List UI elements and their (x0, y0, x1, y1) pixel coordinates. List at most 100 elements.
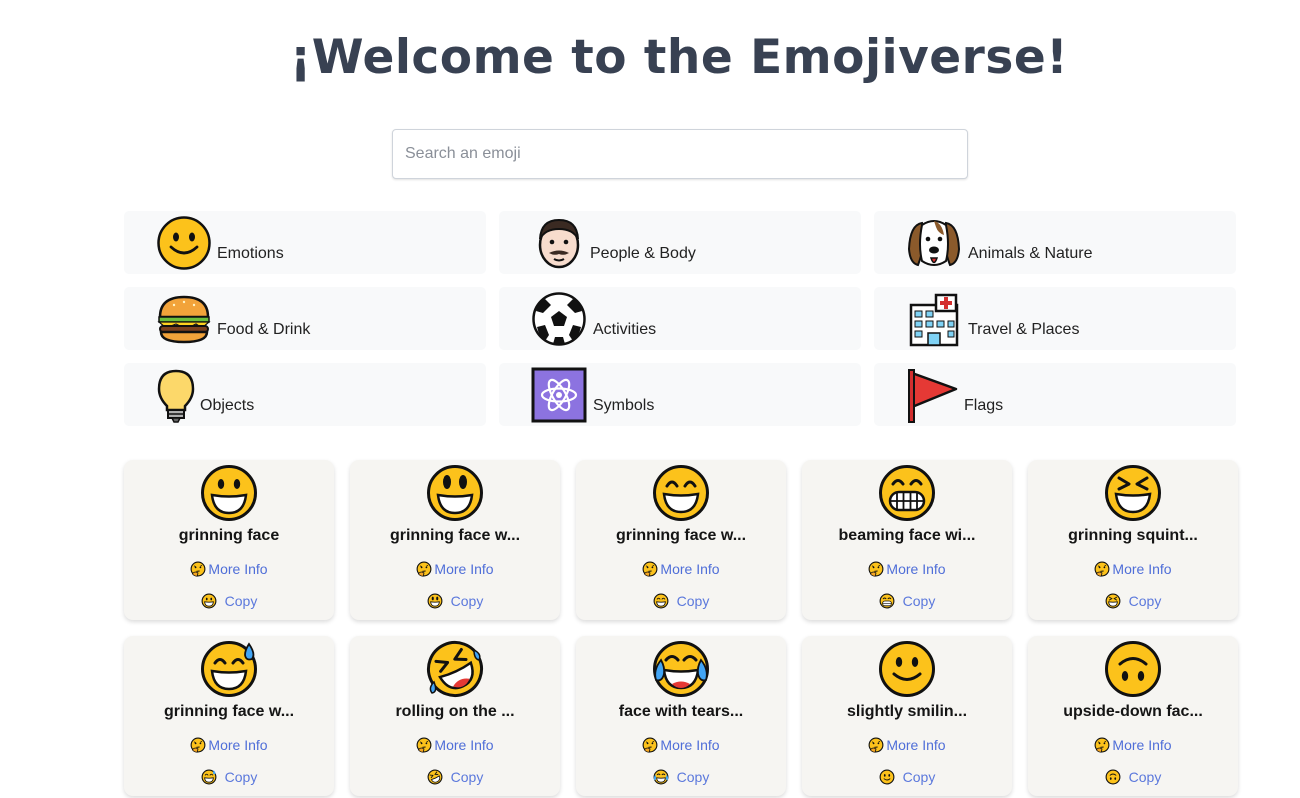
emoji-card[interactable]: upside-down fac... More Info Copy (1028, 636, 1238, 796)
category-label: People & Body (590, 245, 696, 262)
more-info-link[interactable]: More Info (576, 561, 786, 577)
thinking-face-icon (1094, 561, 1110, 577)
emoji-card[interactable]: grinning squint... More Info Copy (1028, 460, 1238, 620)
emoji-name: grinning face w... (389, 527, 521, 544)
thinking-face-icon (642, 737, 658, 753)
category-animals-nature[interactable]: Animals & Nature (874, 211, 1236, 274)
category-label: Activities (593, 321, 657, 338)
more-info-link[interactable]: More Info (124, 737, 334, 753)
slightly-smiling-face-icon (879, 641, 935, 697)
atom-symbol-icon (531, 367, 587, 423)
more-info-link[interactable]: More Info (124, 561, 334, 577)
thinking-face-icon (416, 737, 432, 753)
category-label: Symbols (593, 397, 655, 414)
copy-label: Copy (224, 769, 258, 785)
category-food-drink[interactable]: Food & Drink (124, 287, 486, 350)
more-info-link[interactable]: More Info (802, 737, 1012, 753)
category-activities[interactable]: Activities (499, 287, 861, 350)
category-label: Animals & Nature (968, 245, 1093, 262)
emoji-name: grinning face (178, 527, 280, 544)
copy-button[interactable]: Copy (802, 593, 1012, 609)
beaming-face-icon (879, 465, 935, 521)
emoji-card[interactable]: beaming face wi... More Info Copy (802, 460, 1012, 620)
copy-button[interactable]: Copy (124, 593, 334, 609)
copy-button[interactable]: Copy (350, 593, 560, 609)
category-label: Travel & Places (968, 321, 1080, 338)
emoji-card[interactable]: face with tears... More Info Copy (576, 636, 786, 796)
more-info-label: More Info (208, 737, 268, 753)
page-title: ¡Welcome to the Emojiverse! (289, 30, 1069, 85)
emoji-name: rolling on the ... (395, 703, 515, 720)
more-info-link[interactable]: More Info (1028, 561, 1238, 577)
more-info-link[interactable]: More Info (350, 561, 560, 577)
copy-label: Copy (676, 593, 710, 609)
emoji-card-grid: grinning face More Info Copy grinning fa… (124, 460, 1238, 796)
more-info-link[interactable]: More Info (802, 561, 1012, 577)
copy-button[interactable]: Copy (1028, 593, 1238, 609)
emoji-name: slightly smilin... (846, 703, 968, 720)
face-tears-of-joy-icon (653, 769, 669, 785)
grinning-face-icon (201, 465, 257, 521)
category-flags[interactable]: Flags (874, 363, 1236, 426)
category-label: Emotions (217, 245, 284, 262)
copy-button[interactable]: Copy (1028, 769, 1238, 785)
search-input[interactable] (392, 129, 968, 179)
more-info-label: More Info (660, 561, 720, 577)
emoji-name: face with tears... (618, 703, 744, 720)
category-travel-places[interactable]: Travel & Places (874, 287, 1236, 350)
emoji-card[interactable]: grinning face w... More Info Copy (576, 460, 786, 620)
grinning-face-big-eyes-icon (427, 465, 483, 521)
thinking-face-icon (416, 561, 432, 577)
category-emotions[interactable]: Emotions (124, 211, 486, 274)
emoji-name: grinning squint... (1068, 527, 1198, 544)
copy-label: Copy (1128, 593, 1162, 609)
grinning-face-smiling-eyes-icon (653, 465, 709, 521)
copy-label: Copy (450, 769, 484, 785)
dog-face-icon (907, 220, 961, 267)
hamburger-icon (157, 295, 211, 344)
emoji-name: beaming face wi... (838, 527, 976, 544)
more-info-link[interactable]: More Info (1028, 737, 1238, 753)
man-face-icon (538, 218, 580, 269)
copy-label: Copy (676, 769, 710, 785)
category-objects[interactable]: Objects (124, 363, 486, 426)
category-label: Food & Drink (217, 321, 311, 338)
upside-down-face-icon (1105, 641, 1161, 697)
category-symbols[interactable]: Symbols (499, 363, 861, 426)
copy-label: Copy (902, 593, 936, 609)
copy-label: Copy (1128, 769, 1162, 785)
emoji-name: upside-down fac... (1063, 703, 1203, 720)
grinning-face-smiling-eyes-icon (653, 593, 669, 609)
copy-button[interactable]: Copy (124, 769, 334, 785)
more-info-label: More Info (1112, 737, 1172, 753)
emoji-card[interactable]: grinning face w... More Info Copy (124, 636, 334, 796)
upside-down-face-icon (1105, 769, 1121, 785)
more-info-link[interactable]: More Info (350, 737, 560, 753)
triangular-flag-icon (908, 369, 958, 423)
more-info-label: More Info (886, 561, 946, 577)
more-info-label: More Info (1112, 561, 1172, 577)
more-info-link[interactable]: More Info (576, 737, 786, 753)
copy-button[interactable]: Copy (576, 593, 786, 609)
more-info-label: More Info (208, 561, 268, 577)
emoji-card[interactable]: rolling on the ... More Info Copy (350, 636, 560, 796)
copy-label: Copy (902, 769, 936, 785)
emoji-name: grinning face w... (163, 703, 295, 720)
grinning-face-big-eyes-icon (427, 593, 443, 609)
soccer-ball-icon (532, 292, 586, 346)
emoji-card[interactable]: slightly smilin... More Info Copy (802, 636, 1012, 796)
emoji-card[interactable]: grinning face More Info Copy (124, 460, 334, 620)
grinning-face-icon (201, 593, 217, 609)
grinning-face-sweat-icon (201, 641, 257, 697)
hospital-building-icon (909, 293, 959, 347)
copy-label: Copy (224, 593, 258, 609)
copy-button[interactable]: Copy (350, 769, 560, 785)
copy-button[interactable]: Copy (576, 769, 786, 785)
more-info-label: More Info (434, 561, 494, 577)
beaming-face-icon (879, 593, 895, 609)
emoji-name: grinning face w... (615, 527, 747, 544)
search-box (392, 129, 968, 179)
category-people-body[interactable]: People & Body (499, 211, 861, 274)
emoji-card[interactable]: grinning face w... More Info Copy (350, 460, 560, 620)
copy-button[interactable]: Copy (802, 769, 1012, 785)
